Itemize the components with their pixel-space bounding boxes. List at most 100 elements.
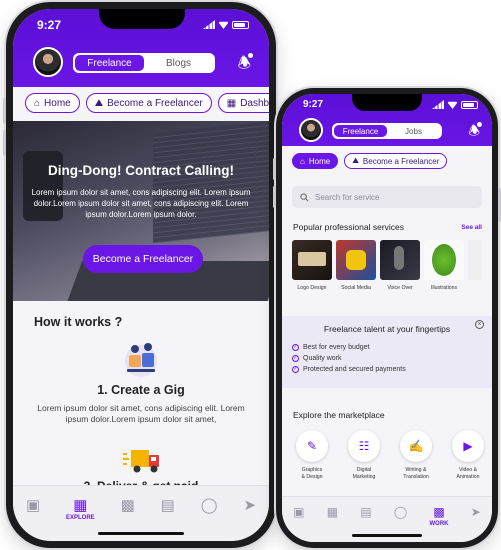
talent-bullet: ✓ Best for every budget [292,344,370,351]
phone-freelance-home: 9:27 Freelance Jobs 🕭 ⌂ Home ⛰ Become a Fr… [273,88,501,548]
nav-send[interactable]: ➤ [243,496,256,515]
how-it-works-title: How it works ? [34,315,123,329]
home-indicator [98,532,184,535]
wallet-icon: ▣ [293,505,305,519]
service-image [380,240,420,280]
explore-icon: ▦ [326,505,339,519]
hero-text: Lorem ipsum dolor sit amet, cons adipisc… [31,188,251,219]
search-placeholder: Search for service [315,192,380,202]
tab-freelance[interactable]: Freelance [334,125,387,137]
battery-icon [232,20,249,29]
quick-nav-chips: ⌂Home ⛰Become a Freelancer ▦Dashboard [25,93,269,113]
volume-up-button [3,98,6,124]
step1-title: 1. Create a Gig [97,383,185,397]
send-icon: ➤ [243,497,257,514]
status-time: 9:27 [37,18,62,32]
talent-bullet: ✓ Protected and secured payments [292,366,406,373]
nav-explore[interactable]: ▦ [327,505,338,521]
chip-become-freelancer[interactable]: ⛰ Become a Freelancer [344,153,448,169]
battery-icon [461,100,478,109]
volume-down-button [273,186,276,208]
home-indicator [352,534,422,537]
notch [352,94,422,111]
service-card[interactable]: Voice Over [380,240,420,291]
chip-label: Home [44,97,71,109]
check-circle-icon: ✓ [292,355,299,362]
chip-become-freelancer[interactable]: ⛰ Become a Freelancer [85,93,212,113]
nav-laptop[interactable]: ▩ [121,496,135,515]
nav-jobs[interactable]: ▤ [161,496,175,515]
tab-blogs[interactable]: Blogs [144,55,213,71]
nav-label: WORK [429,521,449,527]
category-writing-translation[interactable]: ✍ Writing & Translation [392,430,440,480]
nav-wallet[interactable]: ▣ [293,505,304,521]
home-icon: ⌂ [300,156,305,166]
service-card[interactable]: Illustrations [424,240,464,291]
category-graphics-design[interactable]: ✎ Graphics & Design [288,430,336,480]
talent-bullets: ✓ Best for every budget ✓ Quality work ✓ Pr… [292,344,406,377]
service-image [336,240,376,280]
signal-icon [203,20,215,29]
become-freelancer-button[interactable]: Become a Freelancer [83,245,203,273]
notification-dot [248,53,253,58]
chip-dashboard[interactable]: ▦Dashboard [217,93,269,113]
tab-freelance[interactable]: Freelance [75,55,144,71]
explore-marketplace-title: Explore the marketplace [293,410,385,420]
nav-work[interactable]: ▩ WORK [430,505,449,527]
notch [99,9,185,29]
briefcase-icon: ▤ [160,497,175,514]
search-input[interactable]: Search for service [292,186,482,208]
service-card[interactable]: Social Media [336,240,376,291]
chip-label: Dashboard [240,97,269,109]
service-card[interactable]: Logo Design [292,240,332,291]
nav-send[interactable]: ➤ [471,505,481,521]
phone1-screen: 9:27 Freelance Blogs 🕭 ⌂ Home ⛰ Become a F… [13,9,269,541]
check-circle-icon: ✓ [292,344,299,351]
service-label: Logo Design [297,285,327,291]
step1-text: Lorem ipsum dolor sit amet, cons adipisc… [37,403,245,424]
car-icon: ⛰ [352,156,359,165]
graphics-design-icon: ✎ [296,430,328,462]
service-image [292,240,332,280]
status-icons [432,100,478,109]
laptop-icon: ▩ [120,497,135,514]
notification-bell-icon[interactable]: 🕭 [238,53,253,78]
section-toggle: Freelance Blogs [73,53,215,73]
globe-icon: ◯ [393,505,408,519]
talent-bullet: ✓ Quality work [292,355,342,362]
nav-wallet[interactable]: ▣ [26,496,40,515]
send-icon: ➤ [470,505,481,519]
nav-jobs[interactable]: ▤ [360,505,371,521]
see-all-link[interactable]: See all [461,224,482,231]
chip-label: Become a Freelancer [362,156,440,166]
notification-bell-icon[interactable]: 🕭 [468,122,482,144]
chip-home[interactable]: ⌂ Home [292,153,339,169]
nav-explore[interactable]: ▦ EXPLORE [66,496,95,521]
avatar[interactable] [299,118,323,142]
nav-label: EXPLORE [66,515,95,521]
car-icon: ⛰ [94,97,104,109]
home-icon: ⌂ [34,97,41,109]
laptop-icon: ▩ [433,505,445,519]
writing-translation-icon: ✍ [400,430,432,462]
category-video-animation[interactable]: ▶ Video & Animation [444,430,492,480]
nav-globe[interactable]: ◯ [201,496,218,515]
search-icon [300,192,309,202]
marketplace-categories: ✎ Graphics & Design ☷ Digital Marketing ✍ … [288,430,492,480]
signal-icon [432,100,444,109]
service-card-partial[interactable] [468,240,482,291]
popular-services-list: Logo Design Social Media Voice Over Illu… [292,240,482,291]
notification-dot [477,122,482,127]
phone2-screen: 9:27 Freelance Jobs 🕭 ⌂ Home ⛰ Become a Fr… [282,94,492,542]
mockup-stage: 9:27 Freelance Blogs 🕭 ⌂ Home ⛰ Become a F… [0,0,501,550]
check-circle-icon: ✓ [292,366,299,373]
status-icons [203,20,249,29]
digital-marketing-icon: ☷ [348,430,380,462]
tab-jobs[interactable]: Jobs [387,125,440,137]
avatar[interactable] [33,47,63,77]
category-digital-marketing[interactable]: ☷ Digital Marketing [340,430,388,480]
chip-home[interactable]: ⌂ Home [25,93,80,113]
volume-up-button [273,158,276,180]
nav-globe[interactable]: ◯ [394,505,407,521]
close-icon[interactable]: × [475,320,484,329]
